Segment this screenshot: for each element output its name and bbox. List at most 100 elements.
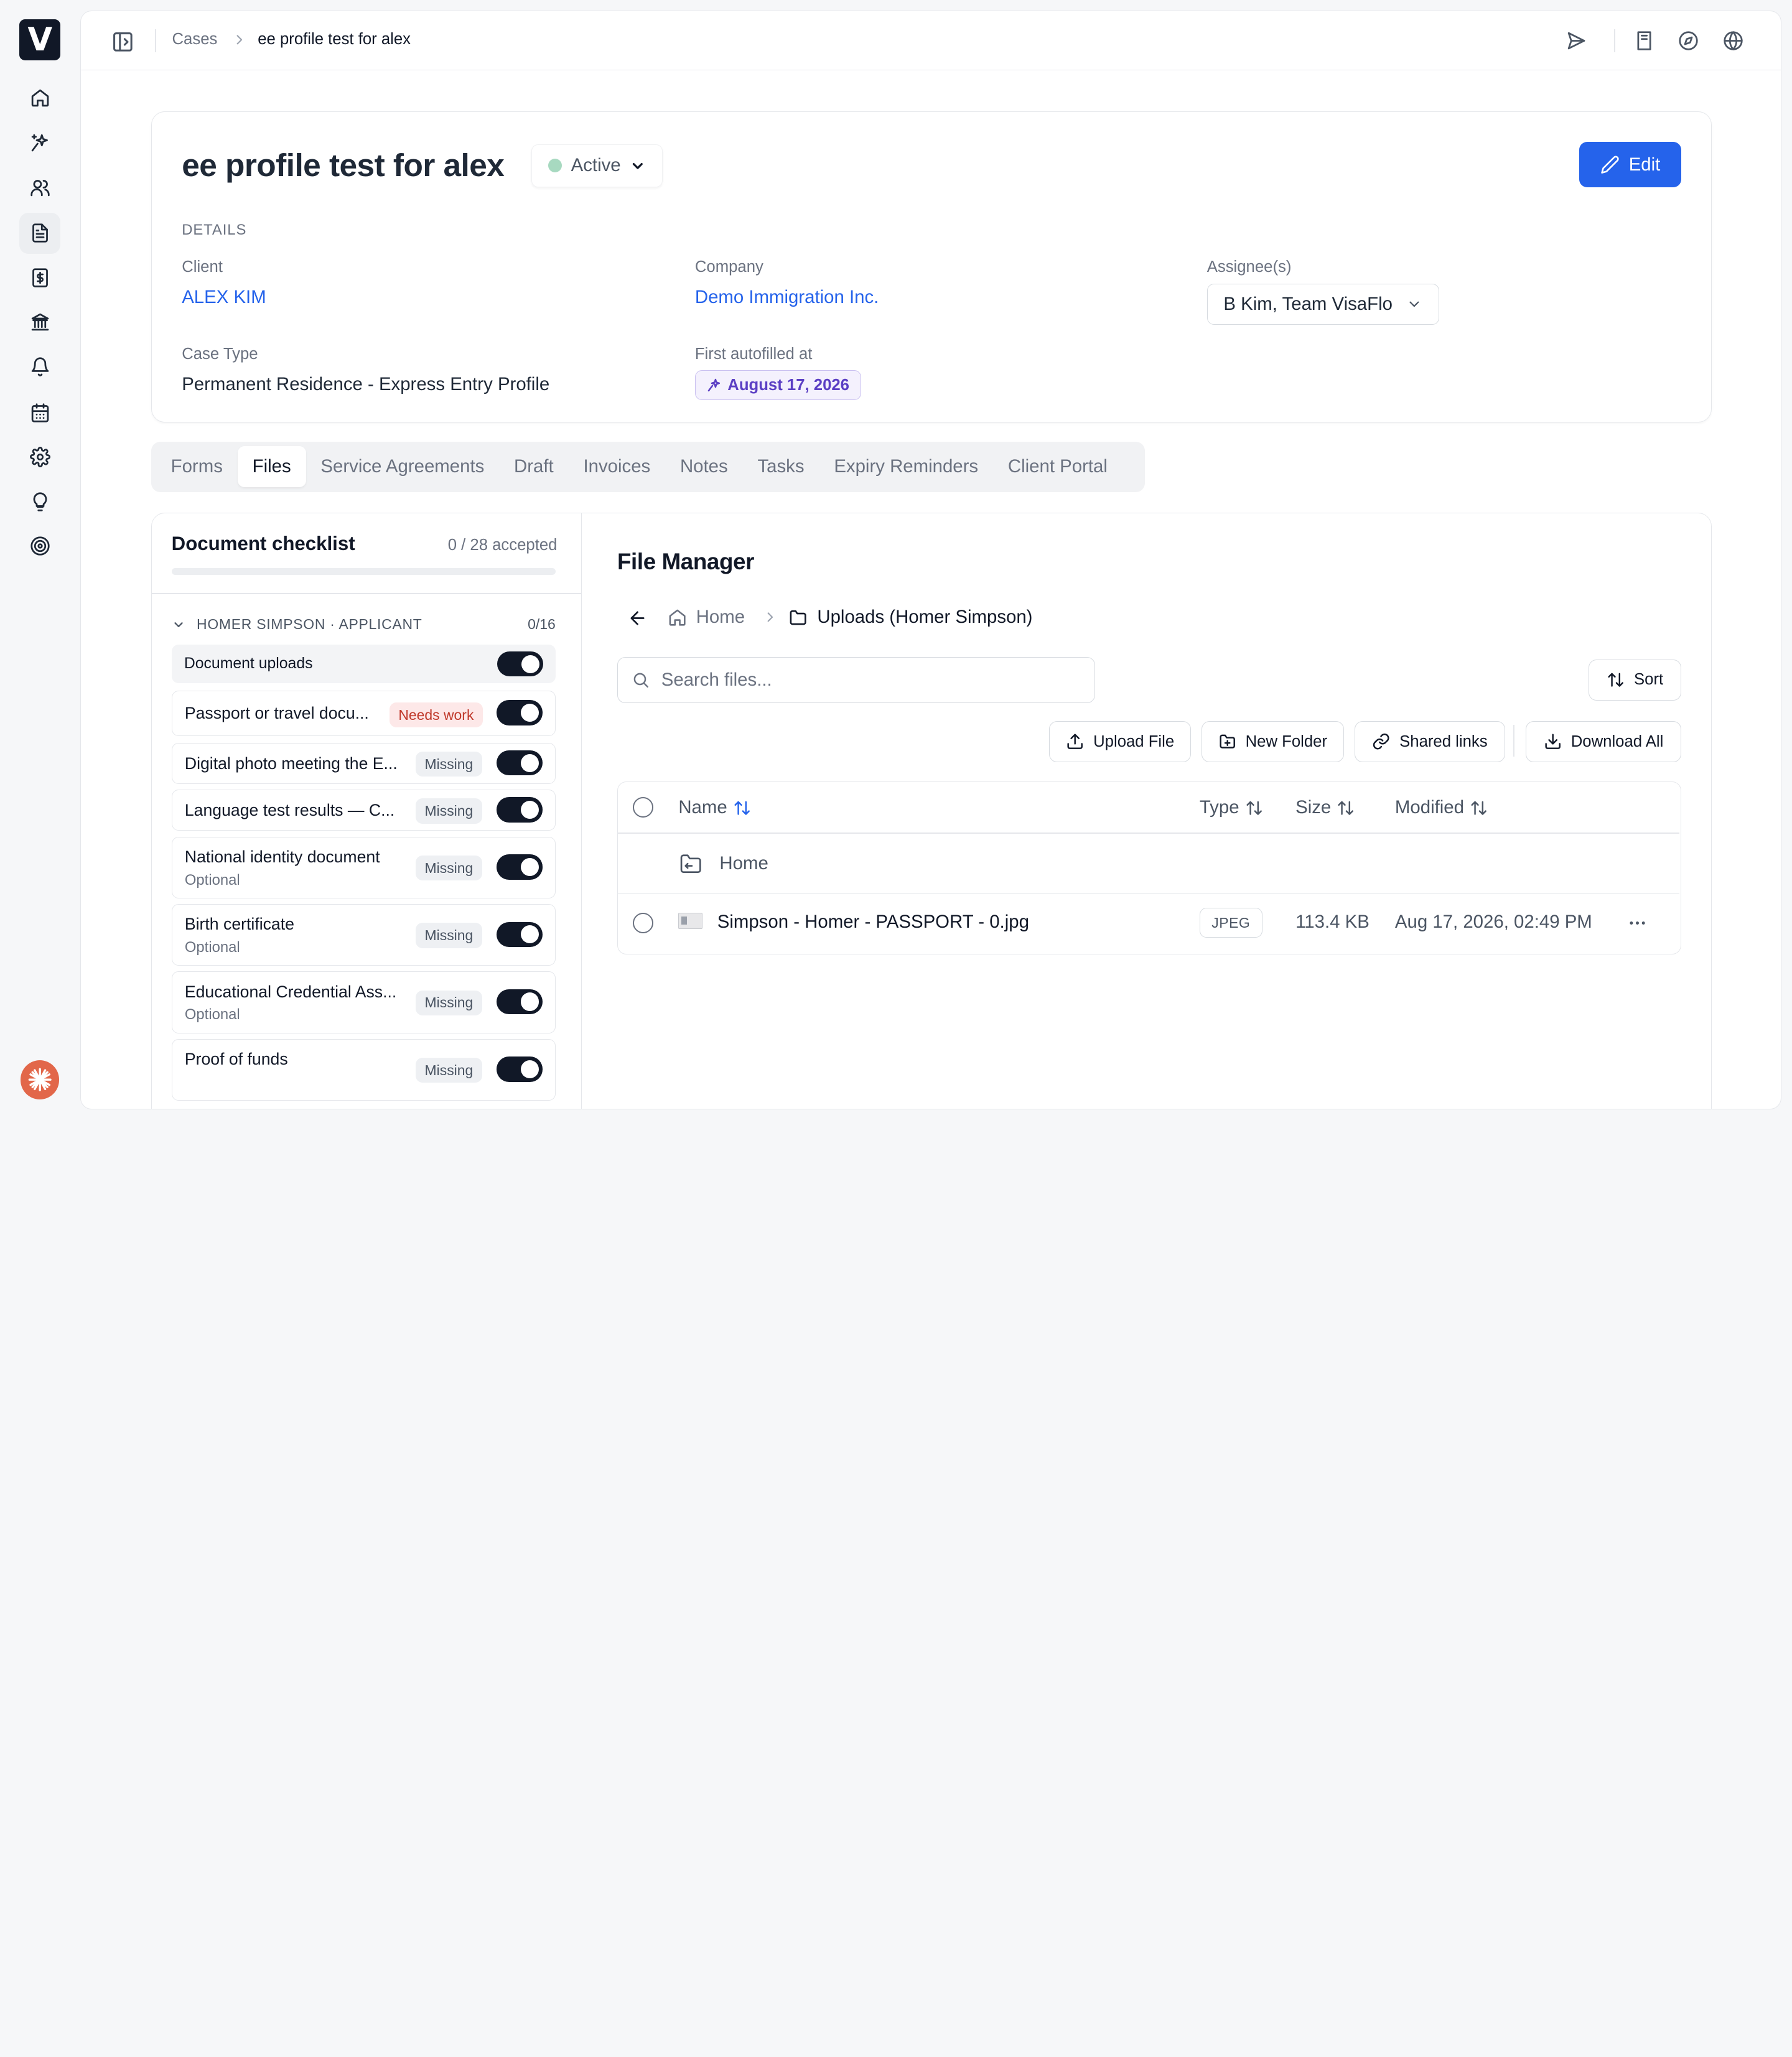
tab-notes[interactable]: Notes [665, 446, 743, 487]
main-panel: Cases ee profile test for alex ee profil… [80, 10, 1782, 1110]
checklist-item[interactable]: Educational Credential Ass... Optional M… [171, 971, 556, 1033]
files-table: Name Type Size Modified Home Simpson - H… [617, 781, 1681, 954]
checklist-item-name: Passport or travel docu... [184, 703, 369, 722]
tab-service-agreements[interactable]: Service Agreements [306, 446, 500, 487]
checklist-item[interactable]: Birth certificate Optional Missing [171, 903, 556, 966]
case-header-card: ee profile test for alex Active Edit DET… [151, 111, 1712, 422]
checklist-item-name: Digital photo meeting the E... [184, 753, 398, 773]
tab-invoices[interactable]: Invoices [569, 446, 666, 487]
gear-icon [29, 447, 50, 468]
checklist-item[interactable]: Document uploads [171, 645, 556, 684]
file-manager: File Manager Home Uploads (Homer Simpson… [582, 513, 1712, 1109]
chevron-down-icon [174, 622, 183, 627]
upload-file-button[interactable]: Upload File [1049, 721, 1191, 763]
checklist-item[interactable]: National identity document Optional Miss… [171, 836, 556, 898]
row-checkbox[interactable] [632, 912, 653, 933]
nav-invoices[interactable] [19, 257, 60, 298]
search-input[interactable] [661, 669, 1073, 691]
nav-settings[interactable] [19, 437, 60, 478]
home-icon [669, 609, 686, 626]
details-heading: DETAILS [182, 222, 247, 239]
folder-up-icon [681, 854, 702, 873]
fm-breadcrumb-home[interactable]: Home [668, 607, 745, 628]
shared-links-button[interactable]: Shared links [1354, 721, 1506, 763]
book-icon[interactable] [1634, 30, 1654, 51]
nav-ai[interactable] [19, 123, 60, 164]
new-folder-button[interactable]: New Folder [1201, 721, 1345, 763]
assistant-launcher[interactable] [21, 1060, 60, 1099]
tab-expiry-reminders[interactable]: Expiry Reminders [819, 446, 993, 487]
item-toggle[interactable] [497, 797, 543, 823]
more-options-icon[interactable] [1627, 913, 1648, 933]
assignee-select[interactable]: B Kim, Team VisaFlo [1206, 283, 1439, 325]
tab-files[interactable]: Files [237, 446, 306, 488]
checklist-item[interactable]: Digital photo meeting the E... Missing [171, 742, 556, 785]
company-link[interactable]: Demo Immigration Inc. [695, 287, 879, 308]
item-toggle[interactable] [497, 750, 543, 776]
nav-clients[interactable] [19, 167, 60, 208]
select-all-checkbox[interactable] [632, 797, 653, 818]
item-toggle[interactable] [497, 921, 543, 947]
checklist-item[interactable]: Passport or travel docu... Needs work [171, 690, 556, 736]
compass-icon[interactable] [1678, 30, 1699, 51]
globe-icon[interactable] [1723, 30, 1743, 51]
tab-draft[interactable]: Draft [499, 446, 568, 487]
home-icon [31, 90, 49, 107]
applicant-group-header[interactable]: HOMER SIMPSON · APPLICANT 0/16 [172, 616, 556, 633]
client-link[interactable]: ALEX KIM [182, 287, 266, 308]
tab-forms[interactable]: Forms [156, 446, 238, 487]
column-header-type[interactable]: Type [1200, 797, 1263, 818]
group-count: 0/16 [528, 616, 556, 633]
tab-client-portal[interactable]: Client Portal [993, 446, 1122, 487]
checklist-item[interactable]: Language test results — C... Missing [171, 790, 556, 831]
send-icon[interactable] [1566, 30, 1587, 51]
item-toggle[interactable] [497, 700, 543, 725]
parent-folder-row[interactable]: Home [678, 851, 768, 876]
status-badge: Missing [415, 798, 482, 824]
case-type-value: Permanent Residence - Express Entry Prof… [182, 373, 550, 394]
company-label: Company [694, 258, 763, 276]
upload-file-label: Upload File [1093, 732, 1175, 750]
case-type-label: Case Type [182, 345, 258, 363]
download-all-button[interactable]: Download All [1526, 721, 1681, 763]
column-header-name[interactable]: Name [678, 797, 751, 818]
checklist-item[interactable]: Proof of funds Missing [171, 1038, 556, 1101]
sidebar-toggle-icon[interactable] [111, 30, 134, 54]
dollar-file-icon [32, 268, 48, 287]
back-arrow-icon[interactable] [627, 608, 648, 628]
column-header-modified[interactable]: Modified [1395, 797, 1488, 818]
nav-cases[interactable] [19, 212, 61, 254]
nav-tips[interactable] [19, 481, 60, 522]
sort-button[interactable]: Sort [1589, 659, 1681, 701]
status-label: Active [571, 155, 621, 176]
tab-tasks[interactable]: Tasks [743, 446, 819, 487]
group-label: HOMER SIMPSON · APPLICANT [197, 616, 422, 633]
nav-target[interactable] [19, 526, 60, 567]
edit-button[interactable]: Edit [1579, 141, 1681, 188]
sort-arrows-icon [734, 801, 750, 815]
document-checklist: Document checklist 0 / 28 accepted HOMER… [152, 513, 582, 1109]
sort-arrows-icon [1471, 801, 1487, 815]
status-dropdown[interactable]: Active [531, 144, 663, 188]
autofill-date-badge: August 17, 2026 [694, 370, 862, 400]
item-toggle[interactable] [497, 1056, 543, 1082]
item-toggle[interactable] [497, 989, 543, 1015]
lightbulb-icon [33, 492, 47, 511]
nav-calendar[interactable] [19, 392, 60, 433]
chevron-right-icon [767, 612, 773, 622]
item-toggle[interactable] [497, 651, 543, 677]
nav-home[interactable] [19, 78, 60, 119]
topbar-divider [1614, 29, 1616, 52]
breadcrumb-cases[interactable]: Cases [172, 30, 217, 49]
app-logo[interactable]: V [19, 19, 61, 61]
nav-government[interactable] [19, 302, 60, 343]
file-type-badge: JPEG [1199, 908, 1262, 938]
divider [152, 593, 582, 595]
fm-breadcrumb-folder[interactable]: Uploads (Homer Simpson) [788, 607, 1032, 628]
search-box[interactable] [617, 657, 1095, 703]
item-toggle[interactable] [497, 854, 543, 880]
divider [617, 833, 1680, 834]
nav-notifications[interactable] [19, 347, 60, 388]
file-name[interactable]: Simpson - Homer - PASSPORT - 0.jpg [717, 912, 1029, 933]
column-header-size[interactable]: Size [1295, 797, 1355, 818]
